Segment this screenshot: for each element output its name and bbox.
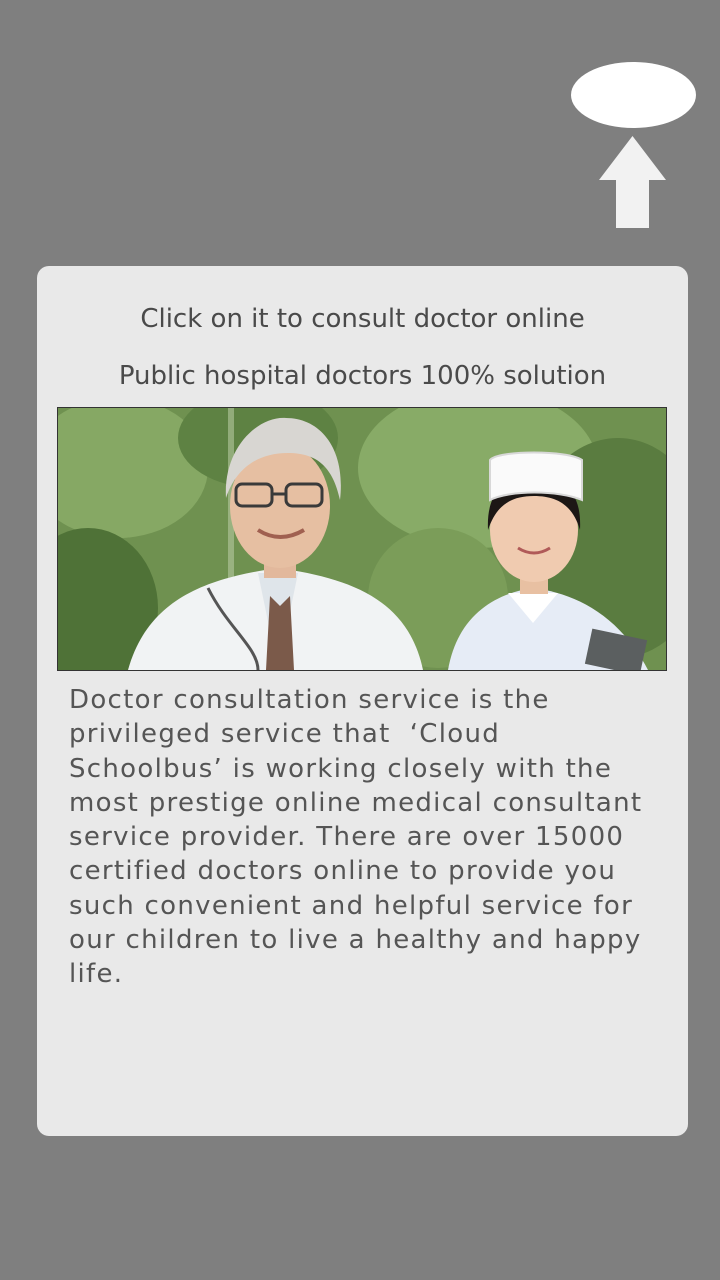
service-description: Doctor consultation service is the privi… (69, 685, 643, 990)
up-arrow-icon (599, 136, 666, 228)
doctors-photo (57, 407, 667, 671)
hint-card: Click on it to consult doctor online Pub… (37, 266, 688, 1136)
headline: Click on it to consult doctor online (140, 304, 585, 334)
subheadline: Public hospital doctors 100% solution (118, 361, 607, 391)
highlight-oval[interactable] (571, 62, 696, 128)
